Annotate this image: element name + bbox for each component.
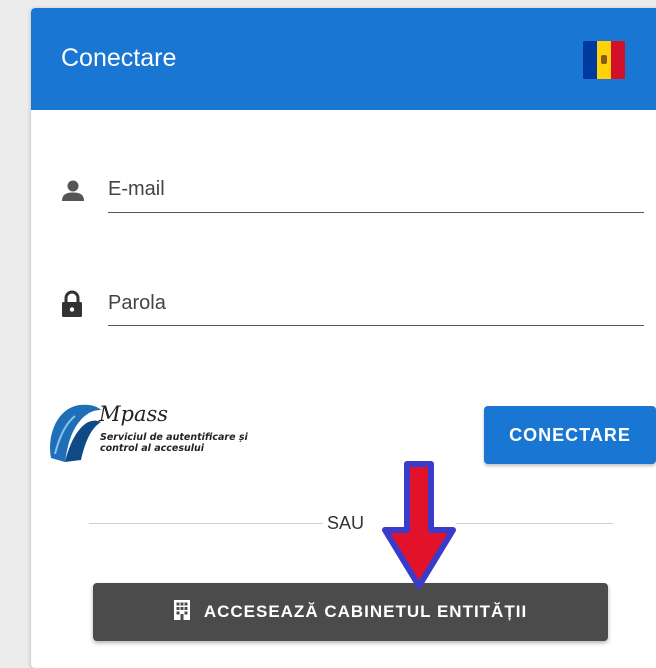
moldova-flag-icon (583, 41, 625, 79)
card-header: Conectare (31, 8, 656, 110)
connect-button[interactable]: CONECTARE (484, 406, 656, 464)
mpass-emblem-icon (50, 404, 101, 462)
email-placeholder: E-mail (108, 178, 165, 200)
login-card: Conectare E-mail Parola Mpass Serviciul … (31, 8, 656, 668)
person-icon (61, 180, 85, 207)
lock-icon (61, 290, 83, 323)
mpass-wordmark: Mpass (99, 402, 169, 426)
access-entity-cabinet-label: ACCESEAZĂ CABINETUL ENTITĂȚII (203, 602, 528, 621)
password-placeholder: Parola (108, 292, 166, 314)
mpass-logo[interactable]: Mpass Serviciul de autentificare și cont… (45, 398, 315, 468)
page-title: Conectare (61, 44, 177, 72)
divider-left (89, 523, 323, 524)
building-icon (173, 599, 190, 625)
password-underline (108, 325, 644, 326)
access-entity-cabinet-button[interactable]: ACCESEAZĂ CABINETUL ENTITĂȚII (93, 583, 608, 641)
email-underline (108, 212, 644, 213)
annotation-arrow-icon (382, 461, 456, 589)
or-separator-label: SAU (327, 513, 365, 533)
divider-right (456, 523, 613, 524)
password-field[interactable]: Parola (31, 280, 656, 340)
email-field[interactable]: E-mail (31, 168, 656, 228)
mpass-tagline: Serviciul de autentificare și control al… (100, 432, 248, 454)
